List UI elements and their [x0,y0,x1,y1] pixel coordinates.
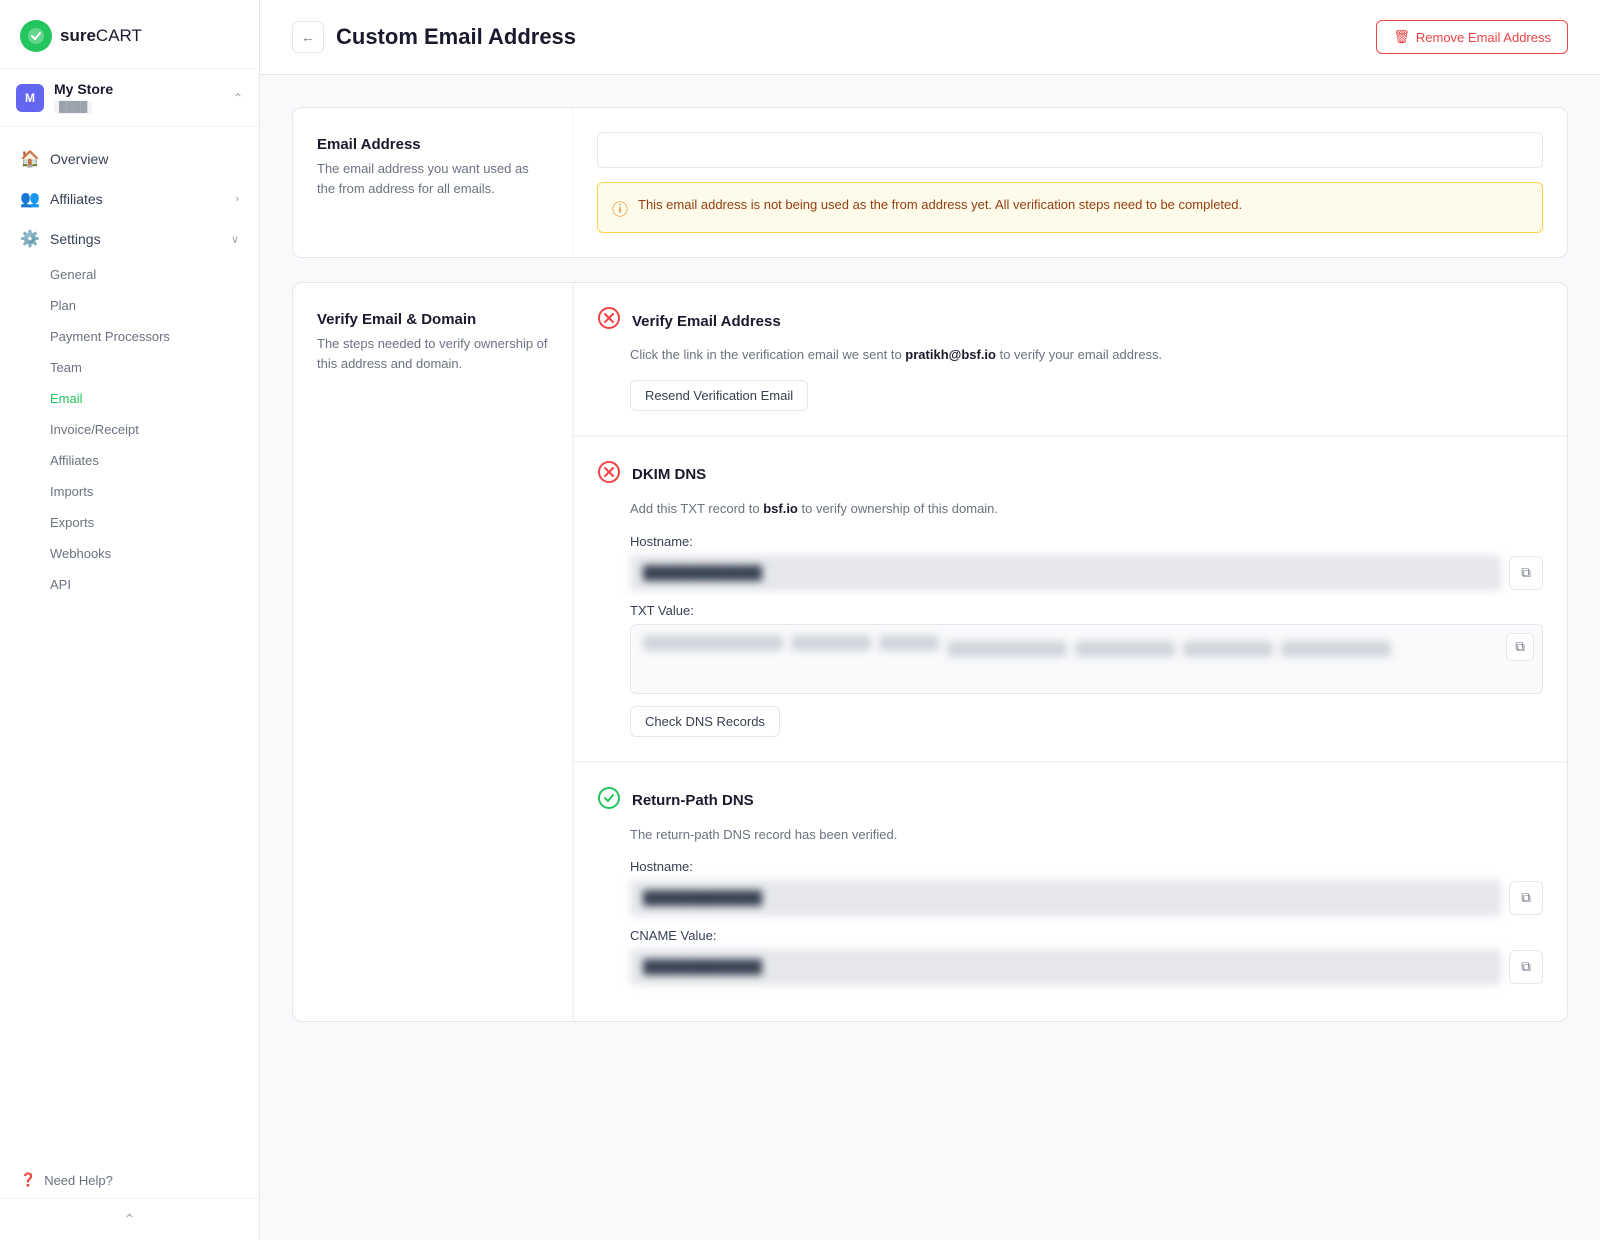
email-section-desc: The email address you want used as the f… [317,159,548,198]
sidebar-item-overview[interactable]: 🏠 Overview [0,139,259,179]
remove-email-label: Remove Email Address [1416,30,1551,45]
return-path-cname-input[interactable] [630,949,1501,985]
dkim-txtvalue-label: TXT Value: [598,603,1543,618]
return-path-header: Return-Path DNS [598,787,1543,815]
page-title: Custom Email Address [336,24,576,50]
return-path-dns-item: Return-Path DNS The return-path DNS reco… [574,762,1567,1022]
store-sub: ████ [54,101,92,114]
verify-email-title: Verify Email Address [632,313,781,330]
nav-label-settings: Settings [50,231,221,247]
return-path-hostname-label: Hostname: [598,859,1543,874]
return-path-title: Return-Path DNS [632,792,754,809]
verify-section-label: Verify Email & Domain The steps needed t… [293,283,573,1021]
dkim-hostname-label: Hostname: [598,534,1543,549]
sidebar-collapse-btn[interactable]: ⌃ [0,1198,259,1240]
verify-email-header: Verify Email Address [598,307,1543,335]
home-icon: 🏠 [20,149,40,169]
dkim-title: DKIM DNS [632,466,706,483]
sidebar-sub-payment-processors[interactable]: Payment Processors [0,321,259,352]
sidebar-sub-api[interactable]: API [0,569,259,600]
back-button[interactable]: ← [292,21,324,53]
sidebar-sub-imports[interactable]: Imports [0,476,259,507]
sidebar-item-settings[interactable]: ⚙️ Settings ∨ [0,219,259,259]
resend-verification-button[interactable]: Resend Verification Email [630,380,808,411]
remove-email-button[interactable]: 🗑 Remove Email Address [1376,20,1568,54]
page-body: Email Address The email address you want… [260,75,1600,1054]
store-name: My Store [54,81,223,97]
return-path-hostname-input[interactable] [630,880,1501,916]
sidebar-nav: 🏠 Overview 👥 Affiliates › ⚙️ Settings ∨ … [0,127,259,1162]
verify-email-desc: Click the link in the verification email… [598,345,1543,366]
verify-email-item: Verify Email Address Click the link in t… [574,283,1567,436]
email-section: Email Address The email address you want… [292,107,1568,258]
dkim-dns-item: DKIM DNS Add this TXT record to bsf.io t… [574,436,1567,762]
settings-arrow-icon: ∨ [231,233,239,246]
email-section-label: Email Address The email address you want… [293,108,573,257]
sidebar-sub-affiliates[interactable]: Affiliates [0,445,259,476]
return-path-cname-copy-btn[interactable]: ⧉ [1509,950,1543,984]
sidebar: sureCART M My Store ████ ⌃ 🏠 Overview 👥 … [0,0,260,1240]
sidebar-item-affiliates[interactable]: 👥 Affiliates › [0,179,259,219]
store-avatar: M [16,84,44,112]
return-path-status-icon [598,787,620,815]
sidebar-logo: sureCART [0,0,259,69]
affiliates-arrow-icon: › [235,193,239,205]
dkim-txt-value-box: ⧉ [630,624,1543,694]
email-input[interactable] [597,132,1543,168]
return-path-desc: The return-path DNS record has been veri… [598,825,1543,846]
dkim-desc: Add this TXT record to bsf.io to verify … [598,499,1543,520]
dkim-hostname-copy-btn[interactable]: ⧉ [1509,556,1543,590]
dkim-status-icon [598,461,620,489]
verify-section: Verify Email & Domain The steps needed t… [292,282,1568,1022]
logo-text: sureCART [60,26,142,46]
warning-icon: ⓘ [612,196,628,220]
nav-label-affiliates: Affiliates [50,191,225,207]
need-help-label: Need Help? [44,1173,113,1188]
sidebar-sub-email[interactable]: Email [0,383,259,414]
dkim-hostname-row: ⧉ [598,555,1543,591]
nav-label-overview: Overview [50,151,239,167]
return-path-hostname-copy-btn[interactable]: ⧉ [1509,881,1543,915]
sidebar-sub-team[interactable]: Team [0,352,259,383]
settings-icon: ⚙️ [20,229,40,249]
return-path-cname-row: ⧉ [598,949,1543,985]
verify-email-status-icon [598,307,620,335]
verify-section-title: Verify Email & Domain [317,311,548,328]
return-path-hostname-row: ⧉ [598,880,1543,916]
page-header: ← Custom Email Address 🗑 Remove Email Ad… [260,0,1600,75]
warning-text: This email address is not being used as … [638,195,1242,215]
warning-banner: ⓘ This email address is not being used a… [597,182,1543,233]
logo-icon [20,20,52,52]
return-path-cname-label: CNAME Value: [598,928,1543,943]
sidebar-sub-exports[interactable]: Exports [0,507,259,538]
check-dns-button[interactable]: Check DNS Records [630,706,780,737]
email-section-title: Email Address [317,136,548,153]
email-section-content: ⓘ This email address is not being used a… [573,108,1567,257]
need-help-link[interactable]: ❓ Need Help? [0,1162,259,1198]
page-header-left: ← Custom Email Address [292,21,576,53]
verify-items: Verify Email Address Click the link in t… [573,283,1567,1021]
sidebar-sub-webhooks[interactable]: Webhooks [0,538,259,569]
store-chevron-icon: ⌃ [233,91,243,105]
dkim-dns-header: DKIM DNS [598,461,1543,489]
sidebar-sub-plan[interactable]: Plan [0,290,259,321]
dkim-txtvalue-copy-btn[interactable]: ⧉ [1506,633,1534,661]
main-content: ← Custom Email Address 🗑 Remove Email Ad… [260,0,1600,1240]
store-selector[interactable]: M My Store ████ ⌃ [0,69,259,127]
affiliates-icon: 👥 [20,189,40,209]
sidebar-sub-invoice[interactable]: Invoice/Receipt [0,414,259,445]
verify-section-desc: The steps needed to verify ownership of … [317,334,548,373]
collapse-icon: ⌃ [124,1211,136,1228]
sidebar-sub-general[interactable]: General [0,259,259,290]
trash-icon: 🗑 [1393,29,1410,45]
dkim-hostname-input[interactable] [630,555,1501,591]
help-icon: ❓ [20,1172,36,1188]
store-info: My Store ████ [54,81,223,114]
